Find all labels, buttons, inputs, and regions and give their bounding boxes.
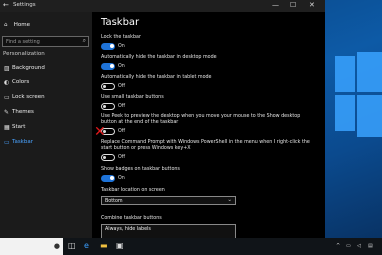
sidebar-item-themes[interactable]: ✎ Themes	[0, 106, 92, 118]
toggle-state: On	[118, 64, 125, 69]
microphone-icon[interactable]: ●	[54, 242, 60, 250]
picture-icon: ▨	[4, 65, 10, 72]
lock-screen-icon: ▭	[4, 94, 10, 101]
sidebar-item-lock-screen[interactable]: ▭ Lock screen	[0, 91, 92, 103]
lock-taskbar-toggle[interactable]	[101, 43, 115, 50]
toggle-state: Off	[118, 155, 126, 160]
sidebar-item-label: Themes	[12, 109, 34, 115]
dropdown-value: Always, hide labels	[105, 226, 151, 232]
red-x-annotation: ✕	[94, 124, 106, 140]
setting-label: Show badges on taskbar buttons	[101, 167, 180, 172]
sidebar-item-colors[interactable]: ◐ Colors	[0, 76, 92, 88]
powershell-toggle[interactable]	[101, 154, 115, 161]
setting-label: Use Peek to preview the desktop when you…	[101, 114, 301, 125]
sidebar-item-start[interactable]: ▦ Start	[0, 121, 92, 133]
sidebar-item-label: Colors	[12, 79, 30, 85]
sidebar: ⌂ Home Find a setting ⌕ Personalization …	[0, 12, 92, 238]
close-icon[interactable]: ✕	[309, 1, 315, 9]
sidebar-item-label: Taskbar	[12, 139, 33, 145]
taskbar-search-box[interactable]: ●	[0, 238, 63, 255]
sidebar-item-label: Lock screen	[12, 94, 45, 100]
setting-label: Combine taskbar buttons	[101, 216, 162, 221]
small-buttons-toggle[interactable]	[101, 103, 115, 110]
title-bar: ← Settings — ☐ ✕	[0, 0, 325, 12]
section-heading: Personalization	[3, 51, 45, 57]
toggle-state: Off	[118, 129, 126, 134]
sidebar-item-background[interactable]: ▨ Background	[0, 62, 92, 74]
setting-label: Automatically hide the taskbar in tablet…	[101, 75, 212, 80]
autohide-desktop-toggle[interactable]	[101, 63, 115, 70]
badges-toggle[interactable]	[101, 175, 115, 182]
taskbar-location-dropdown[interactable]: Bottom ⌄	[101, 196, 236, 205]
setting-label: Lock the taskbar	[101, 35, 141, 40]
setting-label: Replace Command Prompt with Windows Powe…	[101, 140, 310, 151]
taskbar-icon: ▭	[4, 139, 10, 146]
back-arrow-icon[interactable]: ←	[3, 1, 9, 9]
home-label: Home	[13, 22, 30, 28]
search-input[interactable]: Find a setting ⌕	[2, 36, 89, 47]
start-icon: ▦	[4, 124, 10, 131]
setting-label: Automatically hide the taskbar in deskto…	[101, 55, 217, 60]
search-placeholder: Find a setting	[6, 38, 40, 45]
main-content: Taskbar Lock the taskbar On Automaticall…	[92, 12, 325, 238]
windows-taskbar: ● ◫ e ▬ ▣ ^ ▭ ◁ ▤	[0, 238, 382, 255]
notifications-icon[interactable]: ▤	[368, 243, 373, 249]
settings-window: ← Settings — ☐ ✕ ⌂ Home Find a setting ⌕…	[0, 0, 325, 238]
page-title: Taskbar	[101, 17, 140, 28]
task-view-icon[interactable]: ◫	[68, 241, 76, 250]
sidebar-item-label: Background	[12, 65, 45, 71]
home-link[interactable]: ⌂ Home	[4, 22, 30, 28]
autohide-tablet-toggle[interactable]	[101, 83, 115, 90]
sidebar-item-label: Start	[12, 124, 26, 130]
home-icon: ⌂	[4, 22, 8, 28]
minimize-icon[interactable]: —	[272, 1, 279, 9]
toggle-state: On	[118, 176, 125, 181]
search-icon: ⌕	[82, 37, 86, 44]
dropdown-value: Bottom	[105, 198, 123, 204]
maximize-icon[interactable]: ☐	[290, 1, 296, 9]
brush-icon: ✎	[4, 109, 10, 116]
sidebar-item-taskbar[interactable]: ▭ Taskbar	[0, 136, 92, 148]
toggle-state: Off	[118, 84, 126, 89]
network-icon[interactable]: ▭	[346, 243, 351, 249]
desktop-windows-logo	[327, 52, 382, 147]
window-title: Settings	[13, 2, 36, 8]
setting-label: Use small taskbar buttons	[101, 95, 164, 100]
volume-icon[interactable]: ◁	[357, 243, 361, 249]
toggle-state: On	[118, 44, 125, 49]
combine-buttons-dropdown[interactable]: Always, hide labels	[101, 224, 236, 238]
file-explorer-icon[interactable]: ▬	[100, 241, 108, 250]
toggle-state: Off	[118, 104, 126, 109]
tray-chevron-icon[interactable]: ^	[336, 243, 340, 249]
chevron-down-icon: ⌄	[227, 197, 232, 203]
setting-label: Taskbar location on screen	[101, 188, 165, 193]
edge-icon[interactable]: e	[84, 241, 89, 250]
store-icon[interactable]: ▣	[116, 241, 124, 250]
palette-icon: ◐	[4, 79, 10, 86]
